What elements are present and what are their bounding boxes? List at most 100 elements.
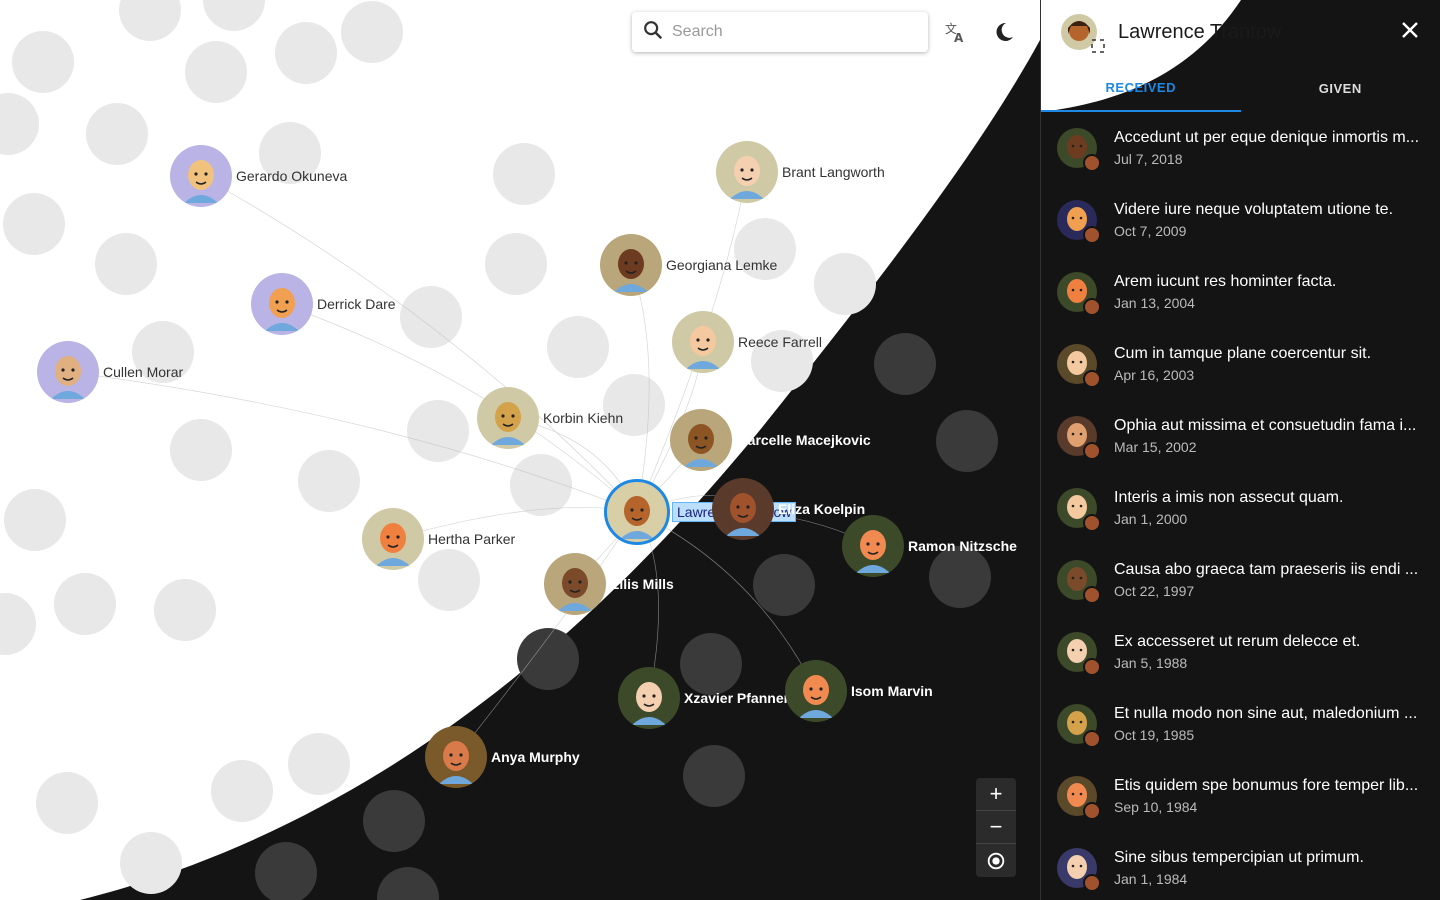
search-input[interactable] <box>672 23 912 41</box>
kudos-message: Cum in tamque plane coercentur sit. <box>1114 345 1372 362</box>
search-bar[interactable] <box>632 12 928 52</box>
list-item[interactable]: Interis a imis non assecut quam. Jan 1, … <box>1041 472 1440 544</box>
node-placeholder <box>683 745 745 807</box>
avatar <box>251 273 313 335</box>
person-node[interactable]: Ellis Mills <box>544 553 674 615</box>
node-placeholder <box>4 489 66 551</box>
person-node[interactable]: Anya Murphy <box>425 726 580 788</box>
list-item[interactable]: Et nulla modo non sine aut, maledonium .… <box>1041 688 1440 760</box>
person-node[interactable]: Isom Marvin <box>785 660 933 722</box>
avatar <box>170 145 232 207</box>
kudos-date: Jul 7, 2018 <box>1114 151 1183 167</box>
person-node[interactable]: Georgiana Lemke <box>600 234 777 296</box>
tab-received[interactable]: RECEIVED <box>1041 64 1241 112</box>
avatar <box>1057 128 1101 172</box>
panel-header: Lawrence Trantow <box>1041 0 1440 64</box>
list-item[interactable]: Sine sibus tempercipian ut primum. Jan 1… <box>1041 832 1440 900</box>
person-node[interactable]: Reece Farrell <box>672 311 822 373</box>
node-placeholder <box>936 410 998 472</box>
avatar <box>362 508 424 570</box>
switch-account-icon[interactable] <box>1091 39 1105 58</box>
node-placeholder <box>12 31 74 93</box>
person-node[interactable]: Marcelle Macejkovic <box>670 409 871 471</box>
list-item[interactable]: Arem iucunt res hominter facta. Jan 13, … <box>1041 256 1440 328</box>
person-node[interactable]: Hertha Parker <box>362 508 515 570</box>
zoom-out-button[interactable]: − <box>976 811 1016 844</box>
list-item[interactable]: Cum in tamque plane coercentur sit. Apr … <box>1041 328 1440 400</box>
node-placeholder <box>203 0 265 31</box>
avatar <box>477 387 539 449</box>
node-placeholder <box>298 450 360 512</box>
kudos-list: Accedunt ut per eque denique inmortis m.… <box>1041 112 1440 900</box>
panel-tabs: RECEIVED GIVEN <box>1041 64 1440 112</box>
people-graph[interactable]: Gerardo Okuneva Brant Langworth Georgiana … <box>0 0 1040 900</box>
panel-title: Lawrence Trantow <box>1118 20 1282 43</box>
avatar <box>1057 704 1101 748</box>
center-focus-icon[interactable] <box>976 844 1016 877</box>
node-placeholder <box>154 579 216 641</box>
avatar <box>1061 14 1105 53</box>
person-node[interactable]: Derrick Dare <box>251 273 396 335</box>
svg-text:A: A <box>954 31 964 44</box>
avatar <box>785 660 847 722</box>
list-item[interactable]: Ex accesseret ut rerum delecce et. Jan 5… <box>1041 616 1440 688</box>
node-placeholder <box>0 93 39 155</box>
avatar <box>1057 200 1101 244</box>
person-node[interactable]: Korbin Kiehn <box>477 387 623 449</box>
avatar <box>1057 848 1101 892</box>
close-icon[interactable] <box>1400 20 1420 45</box>
kudos-date: Mar 15, 2002 <box>1114 439 1197 455</box>
list-item[interactable]: Ophia aut missima et consuetudin fama i.… <box>1041 400 1440 472</box>
dark-mode-icon[interactable] <box>988 16 1020 48</box>
avatar <box>1057 560 1101 604</box>
giver-avatar <box>1083 226 1101 244</box>
node-placeholder <box>120 832 182 894</box>
giver-avatar <box>1083 586 1101 604</box>
node-placeholder <box>211 760 273 822</box>
person-name: Ramon Nitzsche <box>908 538 1017 554</box>
kudos-message: Ophia aut missima et consuetudin fama i.… <box>1114 417 1417 434</box>
tab-given[interactable]: GIVEN <box>1241 64 1440 112</box>
giver-avatar <box>1083 514 1101 532</box>
kudos-message: Arem iucunt res hominter facta. <box>1114 273 1337 290</box>
translate-icon[interactable]: 文A <box>940 16 972 48</box>
person-name: Anya Murphy <box>491 749 580 765</box>
kudos-date: Oct 22, 1997 <box>1114 583 1195 599</box>
node-placeholder <box>288 733 350 795</box>
person-node[interactable]: Gerardo Okuneva <box>170 145 347 207</box>
avatar <box>425 726 487 788</box>
node-placeholder <box>753 554 815 616</box>
person-name: Gerardo Okuneva <box>236 168 348 184</box>
giver-avatar <box>1083 730 1101 748</box>
avatar <box>1057 776 1101 820</box>
person-name: Marcelle Macejkovic <box>736 432 871 448</box>
zoom-in-button[interactable]: + <box>976 778 1016 811</box>
person-name: Korbin Kiehn <box>543 410 624 426</box>
avatar <box>1057 416 1101 460</box>
person-node[interactable]: Ramon Nitzsche <box>842 515 1017 577</box>
person-node[interactable]: Brant Langworth <box>716 141 885 203</box>
avatar <box>1057 488 1101 532</box>
giver-avatar <box>1083 658 1101 676</box>
person-node[interactable]: Cullen Morar <box>37 341 183 403</box>
avatar <box>618 667 680 729</box>
list-item[interactable]: Accedunt ut per eque denique inmortis m.… <box>1041 112 1440 184</box>
person-node[interactable]: Xzavier Pfannerstill <box>618 667 813 729</box>
node-placeholder <box>363 790 425 852</box>
list-item[interactable]: Causa abo graeca tam praeseris iis endi … <box>1041 544 1440 616</box>
node-placeholder <box>493 143 555 205</box>
list-item[interactable]: Etis quidem spe bonumus fore temper lib.… <box>1041 760 1440 832</box>
node-placeholder <box>874 333 936 395</box>
avatar <box>604 479 670 545</box>
giver-avatar <box>1083 874 1101 892</box>
kudos-date: Apr 16, 2003 <box>1114 367 1195 383</box>
list-item[interactable]: Videre iure neque voluptatem utione te. … <box>1041 184 1440 256</box>
person-name: Brant Langworth <box>782 164 885 180</box>
kudos-date: Jan 1, 2000 <box>1114 511 1188 527</box>
giver-avatar <box>1083 154 1101 172</box>
kudos-date: Sep 10, 1984 <box>1114 799 1198 815</box>
node-placeholder <box>510 454 572 516</box>
node-placeholder <box>275 22 337 84</box>
avatar <box>600 234 662 296</box>
kudos-message: Ex accesseret ut rerum delecce et. <box>1114 633 1361 650</box>
